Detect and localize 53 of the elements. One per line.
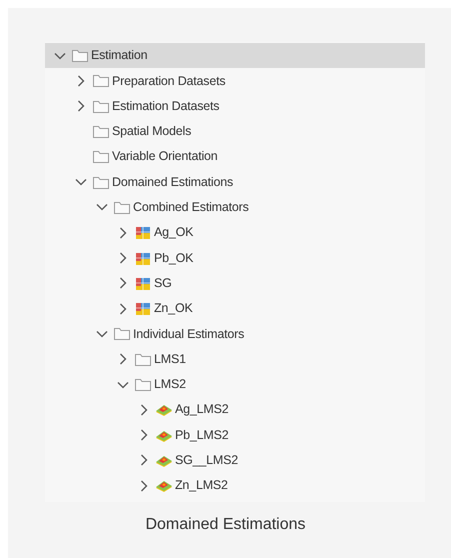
item-label: Individual Estimators — [133, 326, 244, 343]
cube-icon — [134, 301, 152, 316]
folder-icon — [113, 326, 131, 342]
caption: Domained Estimations — [144, 515, 307, 535]
item-label: Pb_OK — [154, 250, 194, 267]
tree-item[interactable]: Preparation Datasets — [45, 68, 425, 94]
item-label: Pb_LMS2 — [175, 426, 228, 444]
tree-item[interactable]: Zn_OK — [45, 296, 425, 322]
tree-item[interactable]: Ag_OK — [45, 220, 425, 246]
item-label: LMS2 — [154, 376, 186, 394]
item-label: SG — [154, 274, 172, 292]
folder-icon — [92, 174, 110, 190]
tree-item[interactable]: SG — [45, 270, 425, 296]
tree-item[interactable]: Pb_LMS2 — [45, 422, 425, 448]
item-label: Ag_OK — [154, 224, 194, 242]
tree-item[interactable]: Variable Orientation — [45, 144, 425, 170]
tree-item[interactable]: Spatial Models — [45, 118, 425, 144]
item-label: Zn_OK — [154, 300, 193, 318]
surface-icon — [155, 402, 173, 418]
surface-icon — [155, 478, 173, 494]
tree-item[interactable]: LMS1 — [45, 346, 425, 372]
tree-item[interactable]: Estimation Datasets — [45, 94, 425, 119]
folder-icon — [92, 124, 110, 140]
tree-item[interactable]: SG__LMS2 — [45, 448, 425, 474]
item-label: Estimation — [91, 47, 148, 64]
tree-item[interactable]: Pb_OK — [45, 245, 425, 271]
item-label: Ag_LMS2 — [175, 401, 228, 418]
folder-icon — [113, 200, 131, 215]
item-label: LMS1 — [154, 350, 186, 368]
cube-icon — [134, 225, 152, 240]
item-label: Estimation Datasets — [112, 98, 220, 115]
tree-item[interactable]: Individual Estimators — [45, 321, 425, 347]
folder-icon — [92, 149, 110, 164]
tree-item[interactable]: Domained Estimations — [45, 169, 425, 195]
item-label: Zn_LMS2 — [175, 477, 228, 494]
folder-icon — [92, 98, 110, 114]
folder-icon — [92, 73, 110, 88]
folder-icon — [71, 48, 89, 64]
tree-item[interactable]: Zn_LMS2 — [45, 473, 425, 498]
cube-icon — [134, 276, 152, 291]
item-label: Preparation Datasets — [112, 72, 226, 90]
cube-icon — [134, 250, 152, 266]
tree-item[interactable]: Combined Estimators — [45, 194, 425, 220]
item-label: Domained Estimations — [112, 174, 234, 191]
item-label: SG__LMS2 — [175, 452, 238, 470]
item-label: Variable Orientation — [112, 148, 218, 166]
folder-icon — [134, 377, 152, 392]
item-label: Combined Estimators — [133, 199, 249, 216]
folder-icon — [134, 352, 152, 367]
tree-item[interactable]: Ag_LMS2 — [45, 397, 425, 422]
item-label: Spatial Models — [112, 123, 192, 140]
tree-item[interactable]: Estimation — [45, 43, 425, 68]
tree-item[interactable]: LMS2 — [45, 372, 425, 398]
